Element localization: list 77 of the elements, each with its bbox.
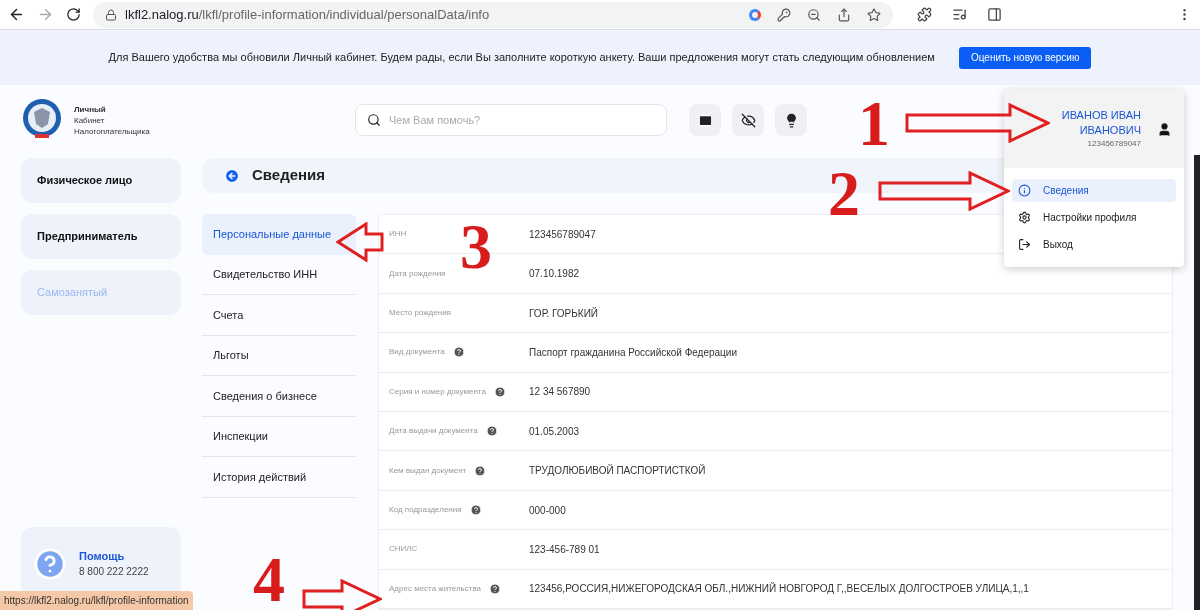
field-label: Код подразделения: [389, 504, 462, 516]
section-tab[interactable]: Свидетельство ИНН: [202, 254, 356, 296]
reload-icon[interactable]: [66, 7, 81, 22]
section-tab[interactable]: Сведения о бизнесе: [202, 376, 356, 417]
logo-text: Кабинет: [74, 114, 106, 126]
sidebar-item[interactable]: Физическое лицо: [21, 158, 181, 203]
field-value: ГОР. ГОРЬКИЙ: [529, 306, 599, 321]
annotation-number: 4: [253, 544, 285, 610]
field-label: Дата выдачи документа: [389, 425, 478, 438]
zoom-out-icon[interactable]: [807, 7, 821, 22]
logo-text: Личный: [74, 103, 107, 115]
field-label: Адрес места жительства: [389, 582, 481, 595]
field-value: Паспорт гражданина Российской Федерации: [529, 345, 737, 360]
rate-version-button[interactable]: Оценить новую версию: [958, 46, 1092, 69]
field-value: 01.05.2003: [529, 424, 580, 439]
field-value: 123456,РОССИЯ,НИЖЕГОРОДСКАЯ ОБЛ.,НИЖНИЙ НОВГОРОД Г,,ВЕСЕЛЫХ ДОЛГОСТРОЕВ УЛИЦА,1,,1: [529, 581, 1029, 597]
field-value: 000-000: [529, 503, 566, 518]
field-value: 12 34 567890: [529, 385, 591, 400]
user-inn: 123456789047: [1087, 138, 1141, 150]
help-title: Помощь: [79, 548, 126, 564]
section-tab[interactable]: Льготы: [202, 335, 356, 377]
star-icon[interactable]: [867, 7, 881, 22]
help-icon[interactable]: [493, 385, 506, 398]
help-icon[interactable]: [474, 464, 487, 477]
field-value: 123456789047: [529, 227, 596, 242]
eye-off-icon: [740, 112, 756, 128]
key-icon[interactable]: [777, 7, 791, 22]
user-icon: [1157, 121, 1172, 137]
user-name: ИВАНОВИЧ: [1079, 123, 1141, 138]
user-name: ИВАНОВ ИВАН: [1061, 108, 1141, 123]
side-panel-icon[interactable]: [987, 7, 1002, 22]
field-value: 07.10.1982: [529, 267, 580, 282]
section-tab[interactable]: Счета: [202, 295, 356, 336]
field-label: Место рождения: [389, 307, 451, 320]
help-icon[interactable]: [489, 582, 501, 595]
logout-icon: [1018, 238, 1031, 251]
field-label: Серия и номер документа: [389, 385, 486, 398]
field-label: Вид документа: [389, 346, 445, 359]
address-bar[interactable]: lkfl2.nalog.ru/lkfl/profile-information/individual/personalData/info: [93, 1, 893, 28]
field-label: Дата рождения: [389, 267, 446, 280]
profile-menu-item[interactable]: Сведения: [1012, 179, 1176, 202]
annotation-number: 2: [828, 158, 860, 229]
sidebar-item[interactable]: Предприниматель: [21, 214, 181, 259]
media-icon[interactable]: [952, 7, 967, 22]
field-label: ИНН: [389, 228, 407, 241]
help-icon[interactable]: [485, 425, 498, 438]
field-value: ТРУДОЛЮБИВОЙ ПАСПОРТИСТКОЙ: [529, 463, 706, 479]
section-tab[interactable]: Персональные данные: [202, 214, 356, 255]
back-icon[interactable]: [8, 6, 25, 23]
extensions-icon[interactable]: [917, 7, 932, 22]
annotation-number: 3: [460, 211, 492, 282]
annotation-number: 1: [858, 88, 890, 159]
url-text: lkfl2.nalog.ru/lkfl/profile-information/individual/personalData/info: [125, 5, 490, 24]
help-icon[interactable]: [452, 346, 465, 359]
help-icon[interactable]: [469, 504, 482, 516]
search-field[interactable]: Чем Вам помочь?: [355, 104, 667, 136]
banner-text: Для Вашего удобства мы обновили Личный кабинет. Будем рады, если Вы заполните короткую анкету. Ваши предложения могут стать следующим обновлением: [108, 50, 935, 66]
help-phone: 8 800 222 2222: [79, 565, 149, 580]
hide-button[interactable]: [732, 104, 764, 136]
help-icon: [33, 546, 67, 581]
section-tab[interactable]: Инспекции: [202, 416, 356, 458]
field-label: СНИЛС: [389, 543, 418, 556]
profile-menu-item[interactable]: Настройки профиля: [1012, 206, 1176, 229]
lock-icon: [105, 8, 117, 21]
info-icon: [1018, 184, 1031, 197]
share-icon[interactable]: [837, 7, 851, 22]
profile-menu-item[interactable]: Выход: [1012, 233, 1176, 256]
field-value: 123-456-789 01: [529, 542, 600, 557]
settings-icon: [1018, 211, 1031, 224]
section-tab[interactable]: История действий: [202, 457, 356, 498]
field-label: Кем выдан документ: [389, 464, 467, 477]
search-icon: [367, 113, 381, 127]
annotation-arrow: [336, 222, 384, 262]
mail-button[interactable]: [689, 104, 721, 136]
tips-button[interactable]: [775, 104, 807, 136]
logo-text: Налогоплательщика: [74, 125, 150, 137]
page-title: Сведения: [252, 165, 326, 186]
